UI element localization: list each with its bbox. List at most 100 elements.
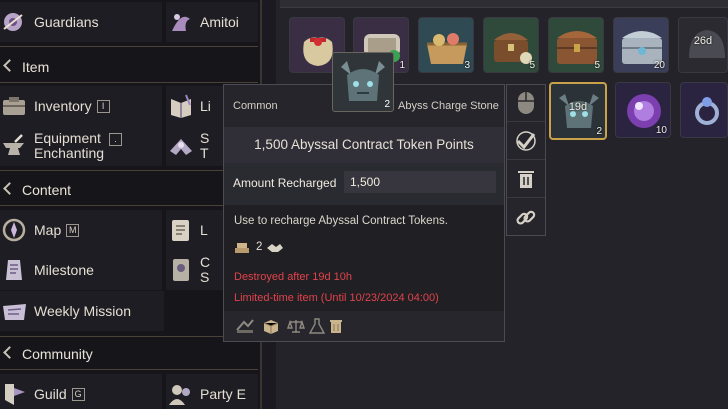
divider [0,82,258,83]
tooltip-item-icon: 2 [332,52,394,112]
divider [0,336,258,337]
destroy-timer-warning: Destroyed after 19d 10h [234,271,353,283]
item-quantity: 20 [653,60,665,71]
limited-time-warning: Limited-time item (Until 10/23/2024 04:0… [234,292,439,304]
use-item-button[interactable] [507,123,545,160]
menu-label: Equipment Enchanting [34,130,105,161]
party-icon [169,385,190,405]
inventory-icon [3,97,25,115]
menu-item-party[interactable]: Party E [166,374,258,409]
divider [0,170,258,171]
inventory-slot[interactable]: 20 [613,17,669,73]
menu-item-guardians[interactable]: Guardians [0,2,162,42]
section-item[interactable]: Item [0,54,258,80]
scale-icon [287,319,305,333]
stigma-icon [170,139,192,155]
section-title: Community [22,346,93,362]
delete-item-button[interactable] [507,161,545,198]
item-tooltip: Common Abyss Charge Stone 1,500 Abyssal … [223,84,505,342]
inventory-slot[interactable]: 26d [678,17,728,73]
mouse-action-button[interactable] [507,85,545,122]
item-effect-title: 1,500 Abyssal Contract Token Points [224,127,504,163]
anvil-icon [3,134,24,155]
chevron-down-icon [3,181,16,195]
handshake-icon [267,244,284,252]
tooltip-body: Use to recharge Abyssal Contract Tokens.… [224,205,504,311]
tooltip-footer [224,311,504,341]
divider [0,46,258,47]
section-title: Content [22,182,72,198]
menu-label: Weekly Mission [34,302,131,319]
menu-label: Guild [34,385,67,402]
inventory-slot[interactable]: 10 [615,82,671,138]
section-content[interactable]: Content [0,177,258,203]
hotkey-badge: I [96,99,110,113]
menu-item-guild[interactable]: Guild G [0,374,162,409]
chevron-down-icon [3,345,16,359]
stack-icon [235,243,249,253]
hotkey-badge: M [66,223,80,237]
section-community[interactable]: Community [0,341,258,367]
trash-icon [518,171,534,188]
item-quantity: 1 [399,60,405,71]
menu-item-map[interactable]: Map M [0,210,162,250]
amitoi-icon [172,14,190,31]
box-icon [263,320,279,334]
menu-label: Milestone [34,261,94,278]
item-timer: 19d [568,101,588,113]
menu-label: Inventory [34,97,92,114]
item-quantity: 3 [464,60,470,71]
menu-label: L [200,221,208,238]
link-item-button[interactable] [507,199,545,236]
item-quantity: 5 [529,60,535,71]
item-action-bar [506,84,546,236]
guardians-icon [3,13,23,31]
item-quantity: 2 [596,126,602,137]
ring-icon [695,97,719,125]
menu-label: Li [200,97,211,114]
stat-label: Amount Recharged [233,176,337,190]
inventory-slot[interactable]: 3 [418,17,474,73]
flask-icon [308,318,326,334]
menu-label: C S [200,254,211,285]
inventory-slot[interactable]: 5 [548,17,604,73]
menu-item-equipment-enchanting[interactable]: Equipment Enchanting . [0,126,162,166]
stat-value: 1,500 [344,171,496,193]
link-icon [516,210,536,225]
inventory-tab-bar [280,0,728,8]
menu-item-milestone[interactable]: Milestone [0,250,162,290]
menu-item-inventory[interactable]: Inventory I [0,86,162,126]
item-rarity: Common [233,100,278,112]
library-icon [171,94,191,118]
trade-icon [236,319,254,333]
item-quantity: 5 [594,60,600,71]
menu-item-amitoi[interactable]: Amitoi [166,2,258,42]
hotkey-badge: G [71,387,85,401]
item-name: Abyss Charge Stone [398,100,499,112]
menu-label: S T [200,130,210,161]
inventory-slot-selected[interactable]: 19d 2 [549,82,607,140]
material-info: 2 [234,239,284,255]
mouse-icon [518,92,534,114]
item-description: Use to recharge Abyssal Contract Tokens. [234,215,448,227]
guild-icon [5,384,25,405]
map-icon [2,218,26,242]
checklist-icon [516,131,536,151]
codex-icon [173,259,189,281]
weekly-mission-icon [3,304,26,320]
menu-item-weekly-mission[interactable]: Weekly Mission [0,291,164,331]
divider [0,369,258,370]
stat-row: Amount Recharged 1,500 [224,171,504,195]
menu-label: Guardians [34,13,99,30]
hotkey-badge: . [109,132,123,146]
item-timer: 26d [693,35,713,47]
section-title: Item [22,59,50,75]
material-count: 2 [256,241,263,253]
log-icon [172,220,189,241]
inventory-slot[interactable]: 5 [483,17,539,73]
inventory-slot[interactable] [680,82,728,138]
menu-label: Amitoi [200,13,239,30]
menu-label: Map [34,221,62,238]
menu-label: Party E [200,385,246,402]
milestone-icon [6,260,22,280]
